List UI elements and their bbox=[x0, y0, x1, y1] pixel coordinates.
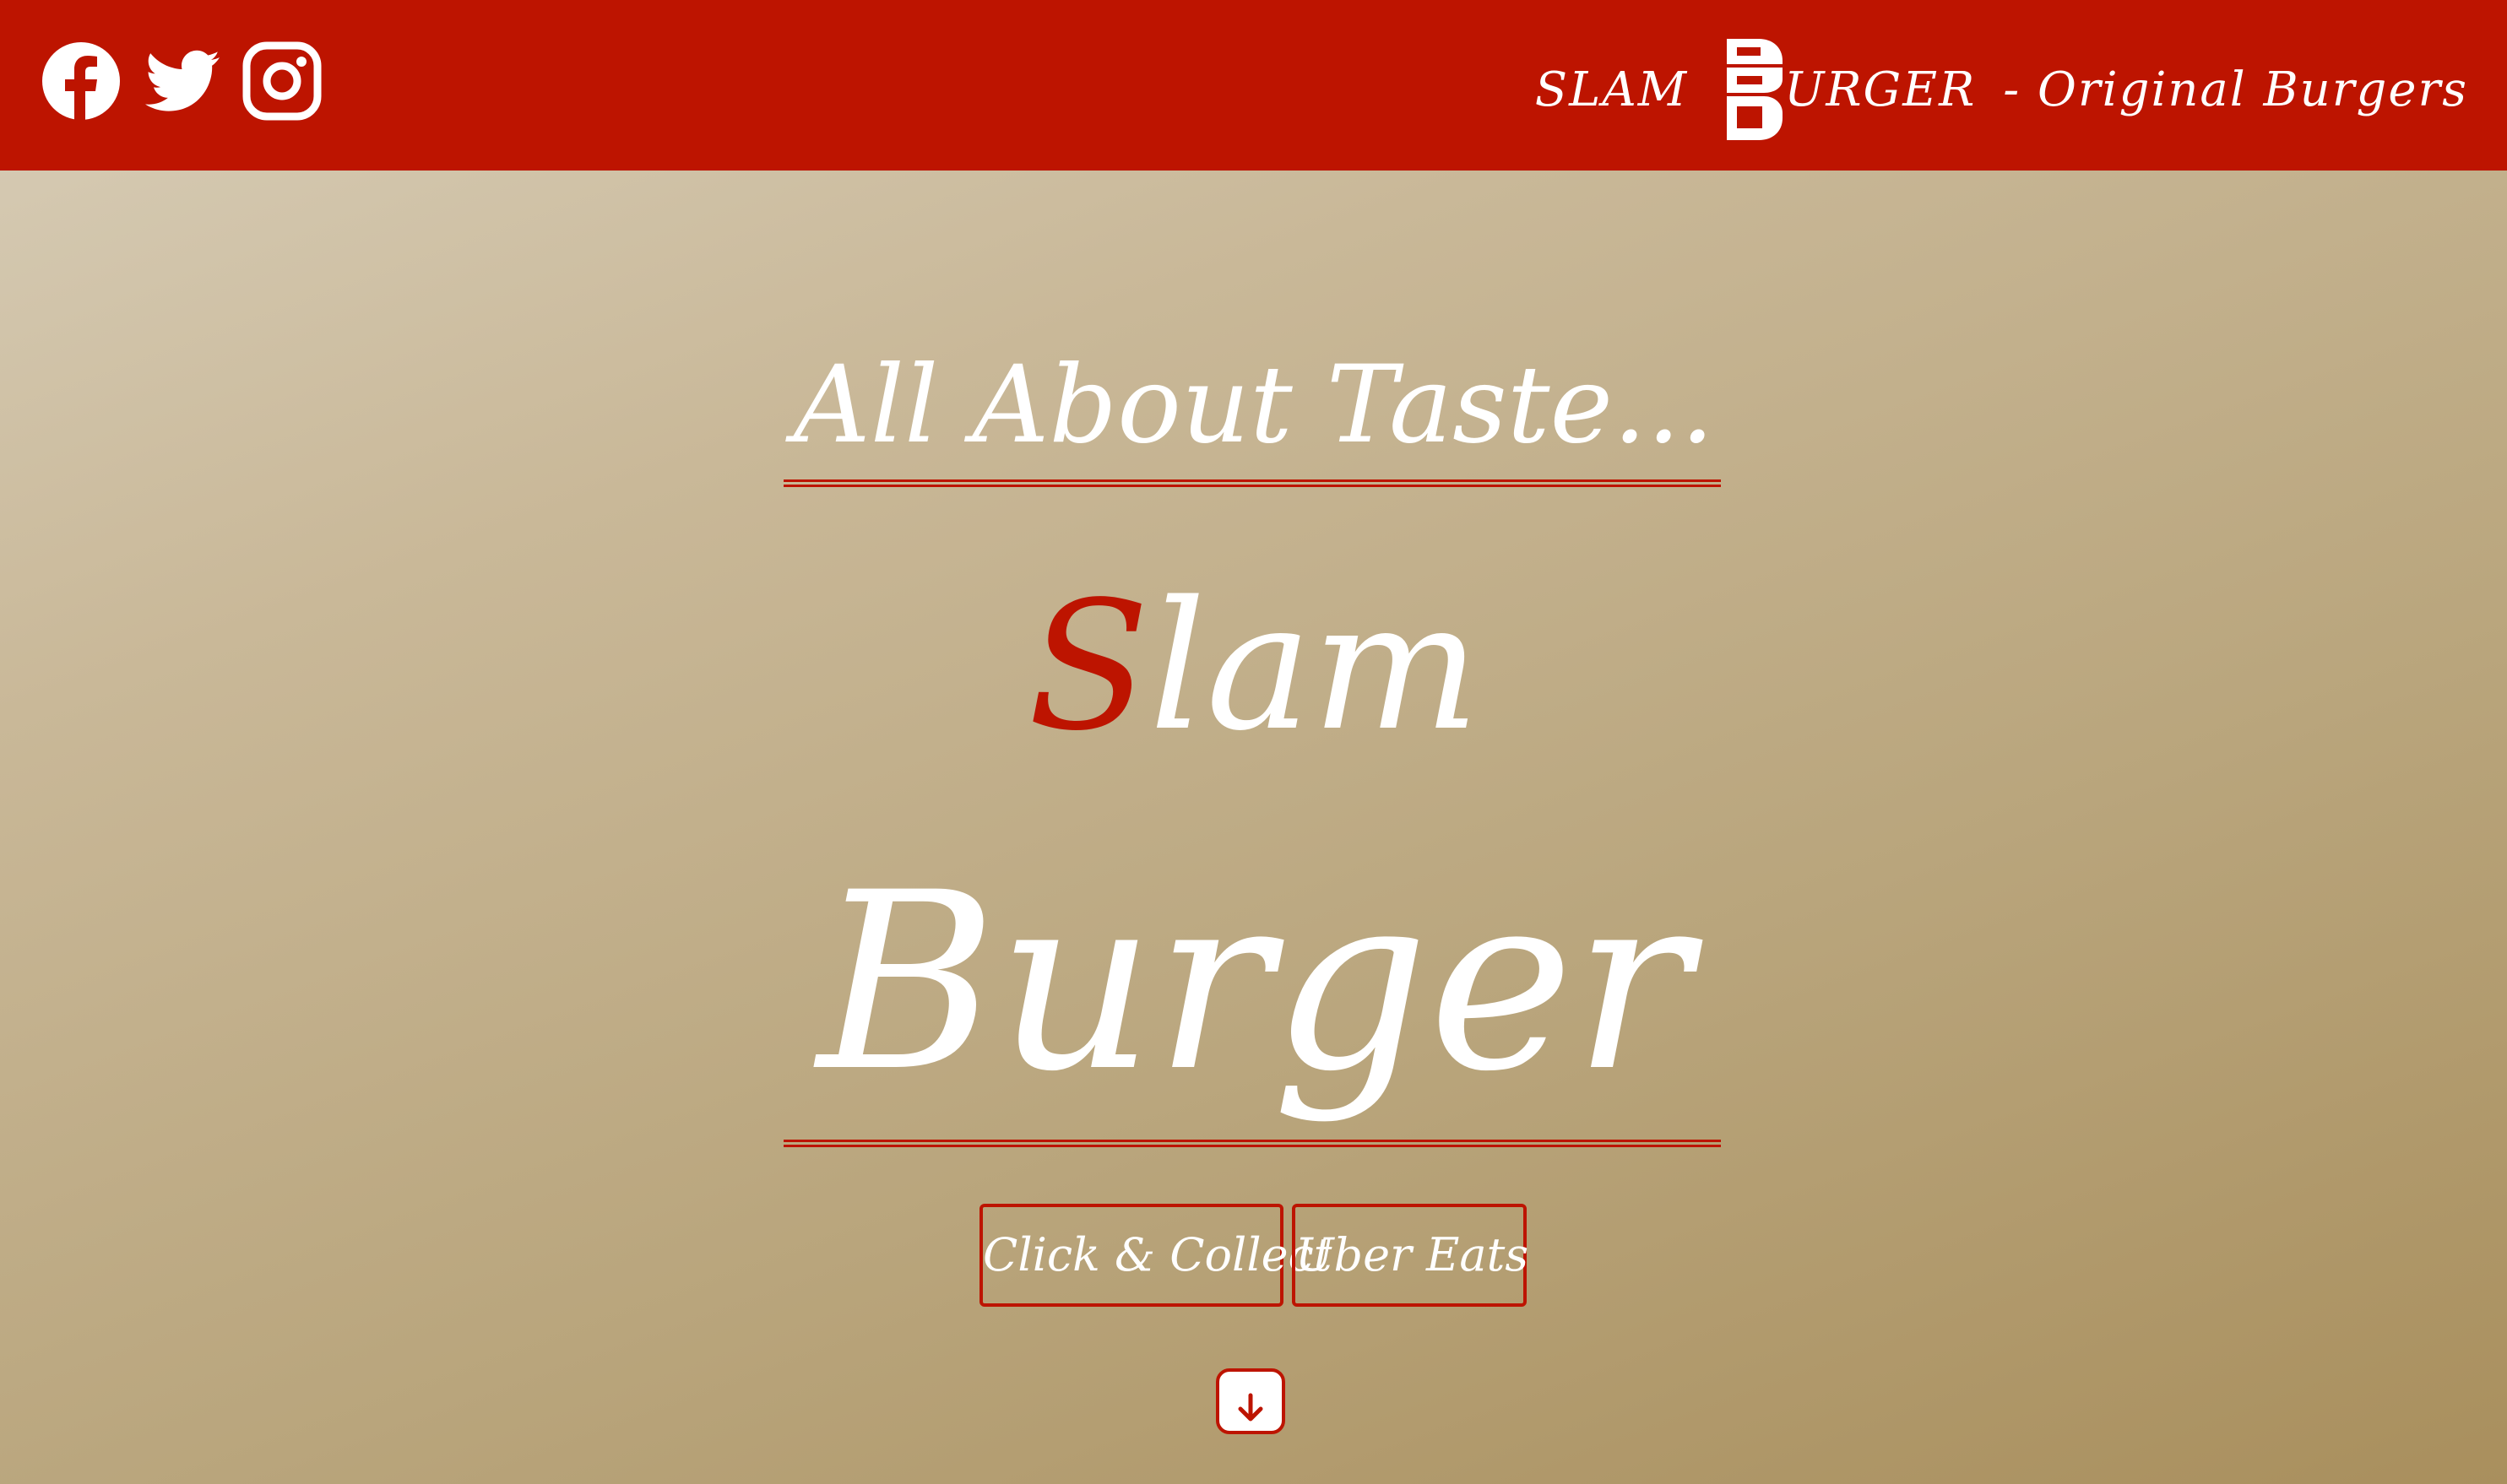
click-collect-button[interactable]: Click & Collect bbox=[979, 1204, 1332, 1307]
slam-burger-logo-icon bbox=[1727, 39, 1783, 140]
facebook-link[interactable] bbox=[41, 41, 122, 122]
uber-eats-button[interactable]: Uber Eats bbox=[1292, 1204, 1528, 1307]
hero-title-initial: S bbox=[1028, 563, 1150, 770]
twitter-icon bbox=[145, 50, 220, 111]
tagline: All About Taste... bbox=[793, 343, 1715, 467]
brand-subtitle: - Original Burgers bbox=[2003, 62, 2468, 117]
hero-title-rest: lam bbox=[1149, 563, 1480, 770]
top-bar: SLAM URGER - Original Burgers bbox=[0, 0, 2507, 171]
brand-slam-text: SLAM bbox=[1534, 62, 1689, 117]
facebook-icon bbox=[42, 42, 120, 122]
arrow-down-icon bbox=[1238, 1393, 1263, 1421]
twitter-link[interactable] bbox=[142, 41, 223, 122]
instagram-icon bbox=[242, 41, 322, 121]
scroll-down-button[interactable] bbox=[1216, 1368, 1285, 1434]
divider-top bbox=[784, 479, 1721, 487]
hero-title-burger: Burger bbox=[817, 841, 1691, 1125]
divider-bottom bbox=[784, 1140, 1721, 1147]
hero-title-slam: Slam bbox=[785, 557, 1723, 777]
brand-title[interactable]: SLAM URGER - Original Burgers bbox=[1535, 39, 2468, 140]
brand-burger-text: URGER bbox=[1784, 62, 1977, 117]
instagram-link[interactable] bbox=[241, 41, 323, 122]
